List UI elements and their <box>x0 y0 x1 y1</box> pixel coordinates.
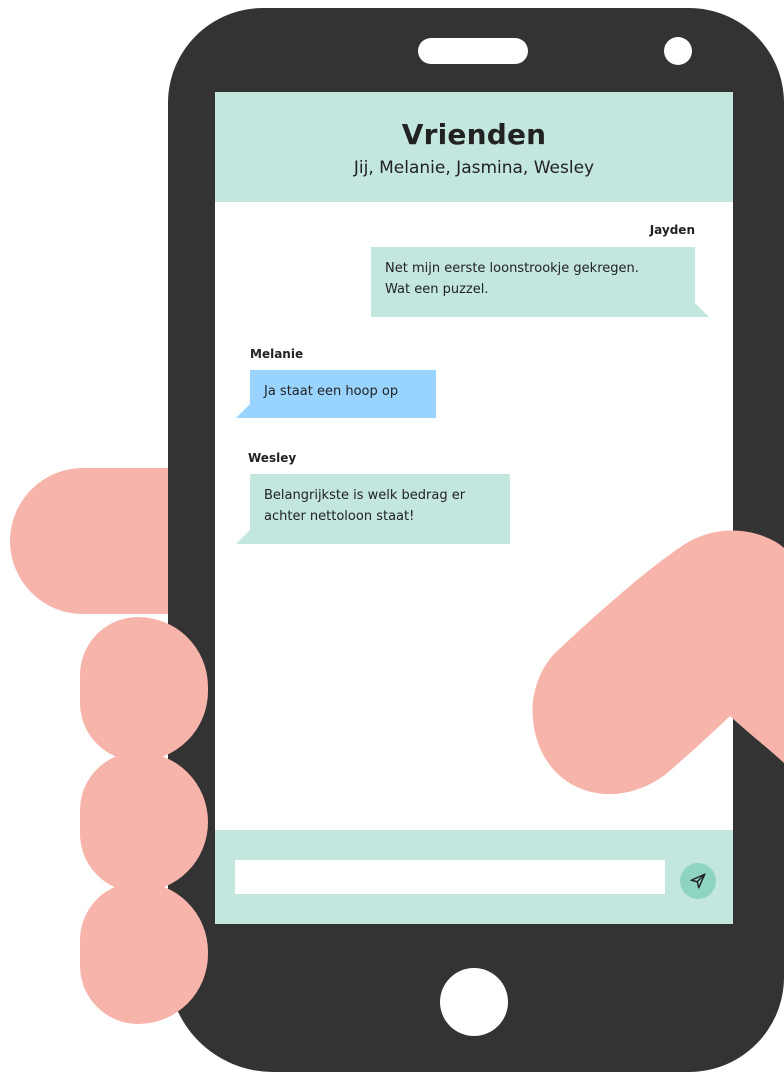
message-input[interactable] <box>235 860 665 894</box>
message-line: achter nettoloon staat! <box>264 509 415 524</box>
phone-speaker <box>418 38 528 64</box>
home-button[interactable] <box>440 968 508 1036</box>
message-line: Ja staat een hoop op <box>264 384 399 399</box>
chat-header: Vrienden Jij, Melanie, Jasmina, Wesley <box>215 92 733 202</box>
message-line: Belangrijkste is welk bedrag er <box>264 488 466 503</box>
chat-members: Jij, Melanie, Jasmina, Wesley <box>353 158 595 178</box>
message-line: Wat een puzzel. <box>385 282 489 297</box>
bubble-tail <box>236 404 250 418</box>
send-button[interactable] <box>680 863 716 899</box>
composer-bar <box>215 830 733 924</box>
phone-camera <box>664 37 692 65</box>
message-sender: Jayden <box>649 223 695 237</box>
bubble-tail <box>236 530 250 544</box>
message-bubble: Ja staat een hoop op <box>250 370 436 418</box>
message-sender: Wesley <box>248 451 297 465</box>
chat-screen: Vrienden Jij, Melanie, Jasmina, Wesley J… <box>215 92 733 924</box>
message-line: Net mijn eerste loonstrookje gekregen. <box>385 261 639 276</box>
chat-title: Vrienden <box>401 118 547 151</box>
send-icon <box>690 873 706 889</box>
message-sender: Melanie <box>250 347 304 361</box>
bubble-tail <box>695 303 709 317</box>
message-bubble: Net mijn eerste loonstrookje gekregen. W… <box>371 247 695 317</box>
message-bubble: Belangrijkste is welk bedrag er achter n… <box>250 474 510 544</box>
